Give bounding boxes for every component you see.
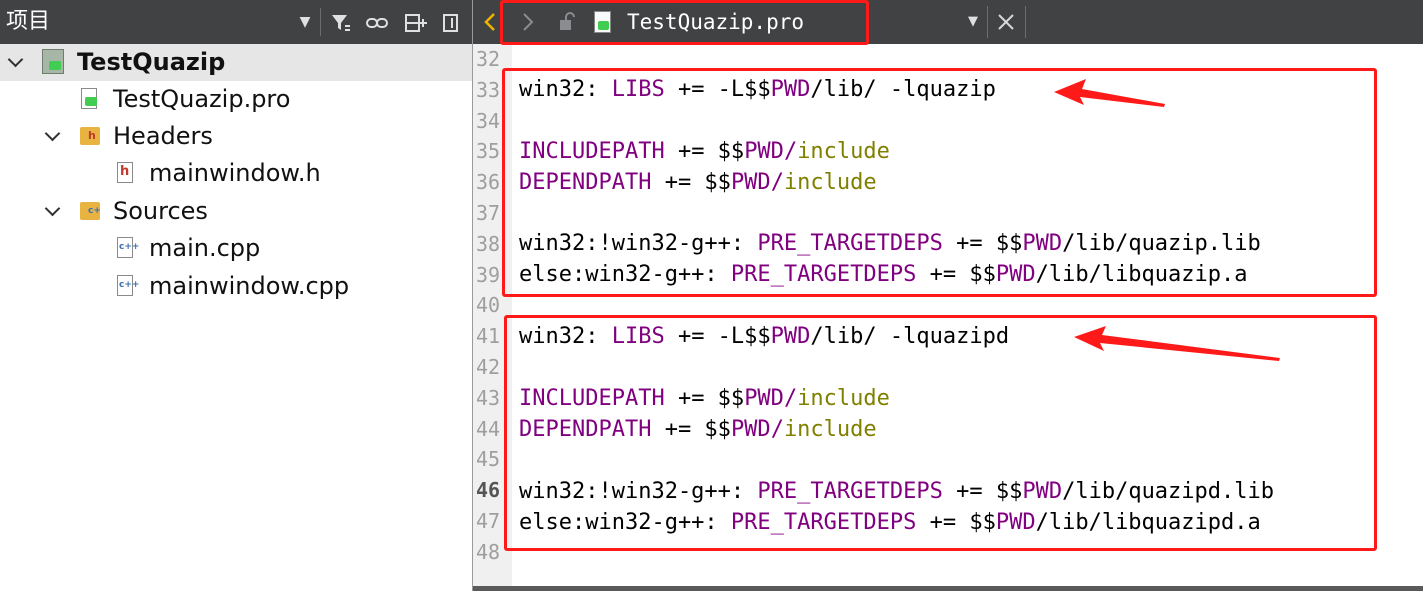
tree-item-sources[interactable]: c+ Sources xyxy=(0,193,472,230)
cpp-file-icon: c++ xyxy=(117,275,139,296)
tree-item-label: main.cpp xyxy=(149,234,261,262)
tree-item-label: TestQuazip.pro xyxy=(113,85,291,113)
tree-item-mainwindow-h[interactable]: h mainwindow.h xyxy=(0,155,472,192)
chevron-down-icon[interactable] xyxy=(45,202,61,218)
chevron-down-icon[interactable] xyxy=(8,53,24,69)
link-icon[interactable] xyxy=(363,8,391,36)
annotation-arrow-icon xyxy=(1074,326,1280,361)
headers-folder-icon: h xyxy=(80,127,100,145)
split-icon[interactable] xyxy=(402,8,430,36)
project-panel-toolbar: 项目 ▼ xyxy=(0,0,472,44)
close-panel-icon[interactable] xyxy=(438,8,464,36)
tree-item-label: Sources xyxy=(113,197,208,225)
editor-bottom-border xyxy=(473,586,1423,591)
annotation-arrow-icon xyxy=(1054,79,1165,107)
annotation-box-release-block xyxy=(502,68,1377,297)
qt-project-icon xyxy=(42,49,64,74)
tree-item-main-cpp[interactable]: c++ main.cpp xyxy=(0,230,472,267)
tree-item-label: mainwindow.h xyxy=(149,159,321,187)
toolbar-separator xyxy=(320,8,321,36)
header-file-icon: h xyxy=(117,162,133,183)
back-icon[interactable] xyxy=(479,6,501,38)
tree-item-mainwindow-cpp[interactable]: c++ mainwindow.cpp xyxy=(0,268,472,305)
annotation-box-tab xyxy=(500,0,869,45)
dropdown-icon[interactable]: ▼ xyxy=(963,6,983,38)
tree-item-headers[interactable]: h Headers xyxy=(0,118,472,155)
cpp-file-icon: c++ xyxy=(117,237,139,258)
tree-item-label: Headers xyxy=(113,122,213,150)
qt-pro-file-icon xyxy=(81,88,97,109)
sources-folder-icon: c+ xyxy=(80,202,101,220)
dropdown-icon[interactable]: ▼ xyxy=(294,8,316,36)
toolbar-separator xyxy=(987,6,988,38)
close-icon[interactable] xyxy=(993,6,1019,38)
chevron-down-icon[interactable] xyxy=(45,127,61,143)
project-panel: 项目 ▼ TestQuazip TestQuazip.pro h Headers… xyxy=(0,0,473,591)
project-panel-title: 项目 xyxy=(6,9,51,34)
filter-icon[interactable] xyxy=(328,8,354,36)
toolbar-separator xyxy=(1025,6,1026,38)
tree-item-label: TestQuazip xyxy=(77,48,226,76)
tree-item-label: mainwindow.cpp xyxy=(149,272,350,300)
tree-item-project[interactable]: TestQuazip xyxy=(0,44,472,81)
tree-item-pro-file[interactable]: TestQuazip.pro xyxy=(0,81,472,118)
